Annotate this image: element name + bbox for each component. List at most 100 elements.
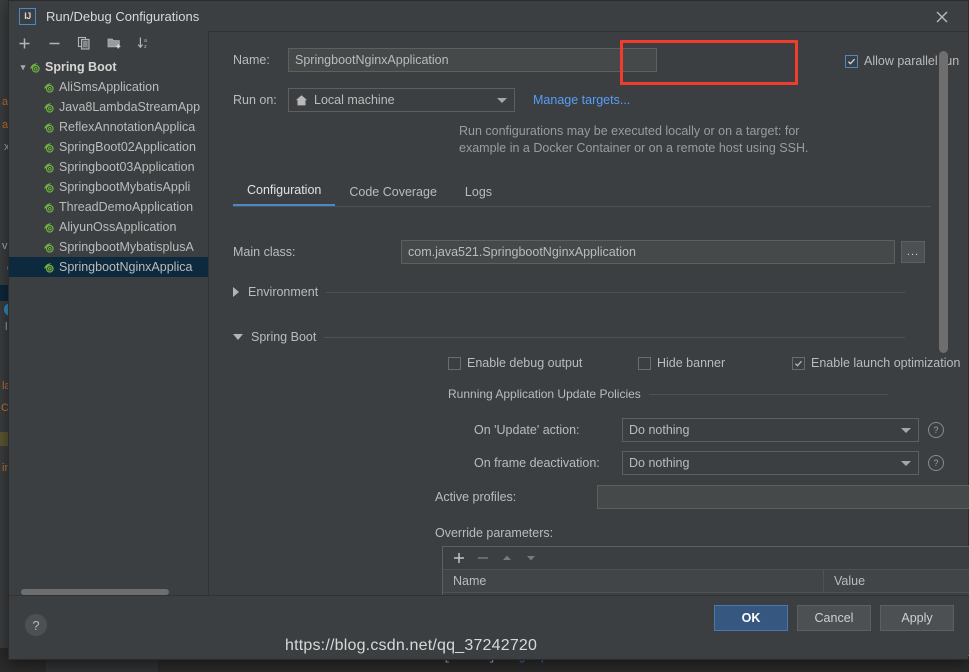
tree-item-configuration[interactable]: SpringbootMybatisplusA bbox=[9, 237, 208, 257]
on-frame-deactivation-label: On frame deactivation: bbox=[474, 456, 600, 470]
run-on-target-value: Local machine bbox=[314, 93, 395, 107]
dialog-action-buttons: OK Cancel Apply bbox=[714, 605, 954, 631]
tab-configuration[interactable]: Configuration bbox=[233, 176, 336, 206]
enable-launch-optimization-checkbox[interactable]: Enable launch optimization bbox=[792, 356, 960, 370]
tree-item-configuration[interactable]: ThreadDemoApplication bbox=[9, 197, 208, 217]
run-on-hint-line2: example in a Docker Container or on a re… bbox=[459, 141, 809, 155]
chevron-right-icon[interactable] bbox=[233, 287, 239, 297]
dialog-titlebar: IJ Run/Debug Configurations bbox=[9, 1, 968, 31]
chevron-down-icon[interactable]: ▾ bbox=[17, 62, 29, 73]
run-debug-configurations-dialog: IJ Run/Debug Configurations a z ▾ Spring… bbox=[8, 0, 969, 660]
sort-configurations-button[interactable]: a z bbox=[135, 34, 153, 52]
column-header-value[interactable]: Value bbox=[824, 570, 969, 592]
enable-launch-optimization-label: Enable launch optimization bbox=[811, 356, 961, 370]
remove-configuration-button[interactable] bbox=[45, 34, 63, 52]
spring-boot-icon bbox=[44, 142, 54, 153]
add-configuration-button[interactable] bbox=[15, 34, 33, 52]
tree-item-configuration[interactable]: SpringbootMybatisAppli bbox=[9, 177, 208, 197]
main-class-input[interactable]: com.java521.SpringbootNginxApplication bbox=[401, 240, 895, 264]
run-on-target-select[interactable]: Local machine bbox=[288, 88, 515, 112]
spring-boot-icon bbox=[44, 182, 54, 193]
on-update-action-select[interactable]: Do nothing bbox=[622, 418, 919, 442]
name-row: Name: SpringbootNginxApplication bbox=[233, 48, 657, 72]
hide-banner-checkbox[interactable]: Hide banner bbox=[638, 356, 725, 370]
name-input[interactable]: SpringbootNginxApplication bbox=[288, 48, 657, 72]
chevron-down-icon[interactable] bbox=[497, 98, 507, 103]
tree-item-label: SpringbootMybatisplusA bbox=[59, 240, 194, 254]
tab-logs[interactable]: Logs bbox=[451, 178, 506, 206]
apply-button[interactable]: Apply bbox=[880, 605, 954, 631]
update-policies-section-label: Running Application Update Policies bbox=[448, 387, 641, 401]
tree-item-label: SpringbootMybatisAppli bbox=[59, 180, 191, 194]
environment-section-header[interactable]: Environment bbox=[233, 285, 905, 299]
new-folder-button[interactable] bbox=[105, 34, 123, 52]
tree-item-configuration[interactable]: SpringBoot02Application bbox=[9, 137, 208, 157]
chevron-down-icon[interactable] bbox=[233, 334, 243, 340]
close-icon[interactable] bbox=[932, 7, 952, 27]
section-divider bbox=[648, 393, 888, 395]
tab-configuration-label: Configuration bbox=[247, 183, 322, 197]
spring-boot-icon bbox=[44, 242, 54, 253]
watermark-url: https://blog.csdn.net/qq_37242720 bbox=[285, 637, 538, 654]
main-class-browse-button[interactable]: ... bbox=[901, 241, 925, 263]
run-on-hint: Run configurations may be executed local… bbox=[459, 123, 808, 157]
chevron-down-icon[interactable] bbox=[901, 461, 911, 466]
check-icon bbox=[794, 360, 803, 367]
add-parameter-button[interactable] bbox=[453, 552, 465, 564]
tree-item-label: ThreadDemoApplication bbox=[59, 200, 194, 214]
tree-item-configuration[interactable]: AliSmsApplication bbox=[9, 77, 208, 97]
tree-group-spring-boot[interactable]: ▾ Spring Boot bbox=[9, 57, 208, 77]
move-up-button[interactable] bbox=[501, 552, 513, 564]
tree-item-configuration[interactable]: Java8LambdaStreamApp bbox=[9, 97, 208, 117]
tree-item-label: SpringBoot02Application bbox=[59, 140, 196, 154]
tab-code-coverage[interactable]: Code Coverage bbox=[335, 178, 451, 206]
tree-item-label: SpringbootNginxApplica bbox=[59, 260, 193, 274]
active-profiles-label: Active profiles: bbox=[435, 490, 517, 504]
manage-targets-link[interactable]: Manage targets... bbox=[533, 93, 630, 107]
on-frame-deactivation-select[interactable]: Do nothing bbox=[622, 451, 919, 475]
cancel-button[interactable]: Cancel bbox=[797, 605, 871, 631]
name-input-value: SpringbootNginxApplication bbox=[295, 53, 449, 67]
check-icon bbox=[847, 58, 856, 65]
tree-item-label: Java8LambdaStreamApp bbox=[59, 100, 201, 114]
help-icon[interactable]: ? bbox=[928, 422, 944, 438]
editor-tabs: Configuration Code Coverage Logs bbox=[233, 176, 931, 206]
tree-item-configuration[interactable]: AliyunOssApplication bbox=[9, 217, 208, 237]
enable-debug-output-checkbox-box[interactable] bbox=[448, 356, 461, 370]
spring-boot-section-label: Spring Boot bbox=[251, 330, 317, 344]
configurations-sidebar: a z ▾ Spring Boot AliSmsApplication Java… bbox=[9, 31, 209, 627]
override-parameters-toolbar bbox=[443, 547, 969, 570]
editor-vertical-scrollbar[interactable] bbox=[939, 51, 948, 353]
run-on-label: Run on: bbox=[233, 93, 277, 107]
name-label: Name: bbox=[233, 53, 270, 67]
tree-group-label: Spring Boot bbox=[45, 60, 117, 74]
tree-item-configuration[interactable]: ReflexAnnotationApplica bbox=[9, 117, 208, 137]
on-frame-deactivation-value: Do nothing bbox=[629, 456, 690, 470]
enable-debug-output-checkbox[interactable]: Enable debug output bbox=[448, 356, 582, 370]
remove-parameter-button[interactable] bbox=[477, 552, 489, 564]
ok-button[interactable]: OK bbox=[714, 605, 788, 631]
tab-logs-label: Logs bbox=[464, 185, 493, 199]
column-header-name[interactable]: Name bbox=[443, 570, 824, 592]
active-profiles-input[interactable] bbox=[597, 485, 969, 509]
chevron-down-icon[interactable] bbox=[901, 428, 911, 433]
allow-parallel-run-checkbox-box[interactable] bbox=[845, 54, 858, 68]
spring-boot-icon bbox=[44, 262, 54, 273]
enable-launch-optimization-checkbox-box[interactable] bbox=[792, 356, 805, 370]
move-down-button[interactable] bbox=[525, 552, 537, 564]
tree-item-configuration[interactable]: SpringbootNginxApplica bbox=[9, 257, 208, 277]
copy-configuration-button[interactable] bbox=[75, 34, 93, 52]
section-divider bbox=[326, 291, 905, 293]
tree-item-configuration[interactable]: Springboot03Application bbox=[9, 157, 208, 177]
spring-boot-section-header[interactable]: Spring Boot bbox=[233, 330, 905, 344]
dialog-title: Run/Debug Configurations bbox=[46, 8, 200, 24]
hide-banner-checkbox-box[interactable] bbox=[638, 356, 651, 370]
environment-section-label: Environment bbox=[248, 285, 319, 299]
help-icon[interactable]: ? bbox=[928, 455, 944, 471]
browse-button-label: ... bbox=[906, 246, 920, 258]
enable-debug-output-label: Enable debug output bbox=[467, 356, 583, 370]
help-button-label: ? bbox=[32, 617, 40, 633]
spring-boot-icon bbox=[44, 202, 54, 213]
sidebar-toolbar: a z bbox=[9, 31, 208, 55]
help-button[interactable]: ? bbox=[25, 614, 47, 636]
